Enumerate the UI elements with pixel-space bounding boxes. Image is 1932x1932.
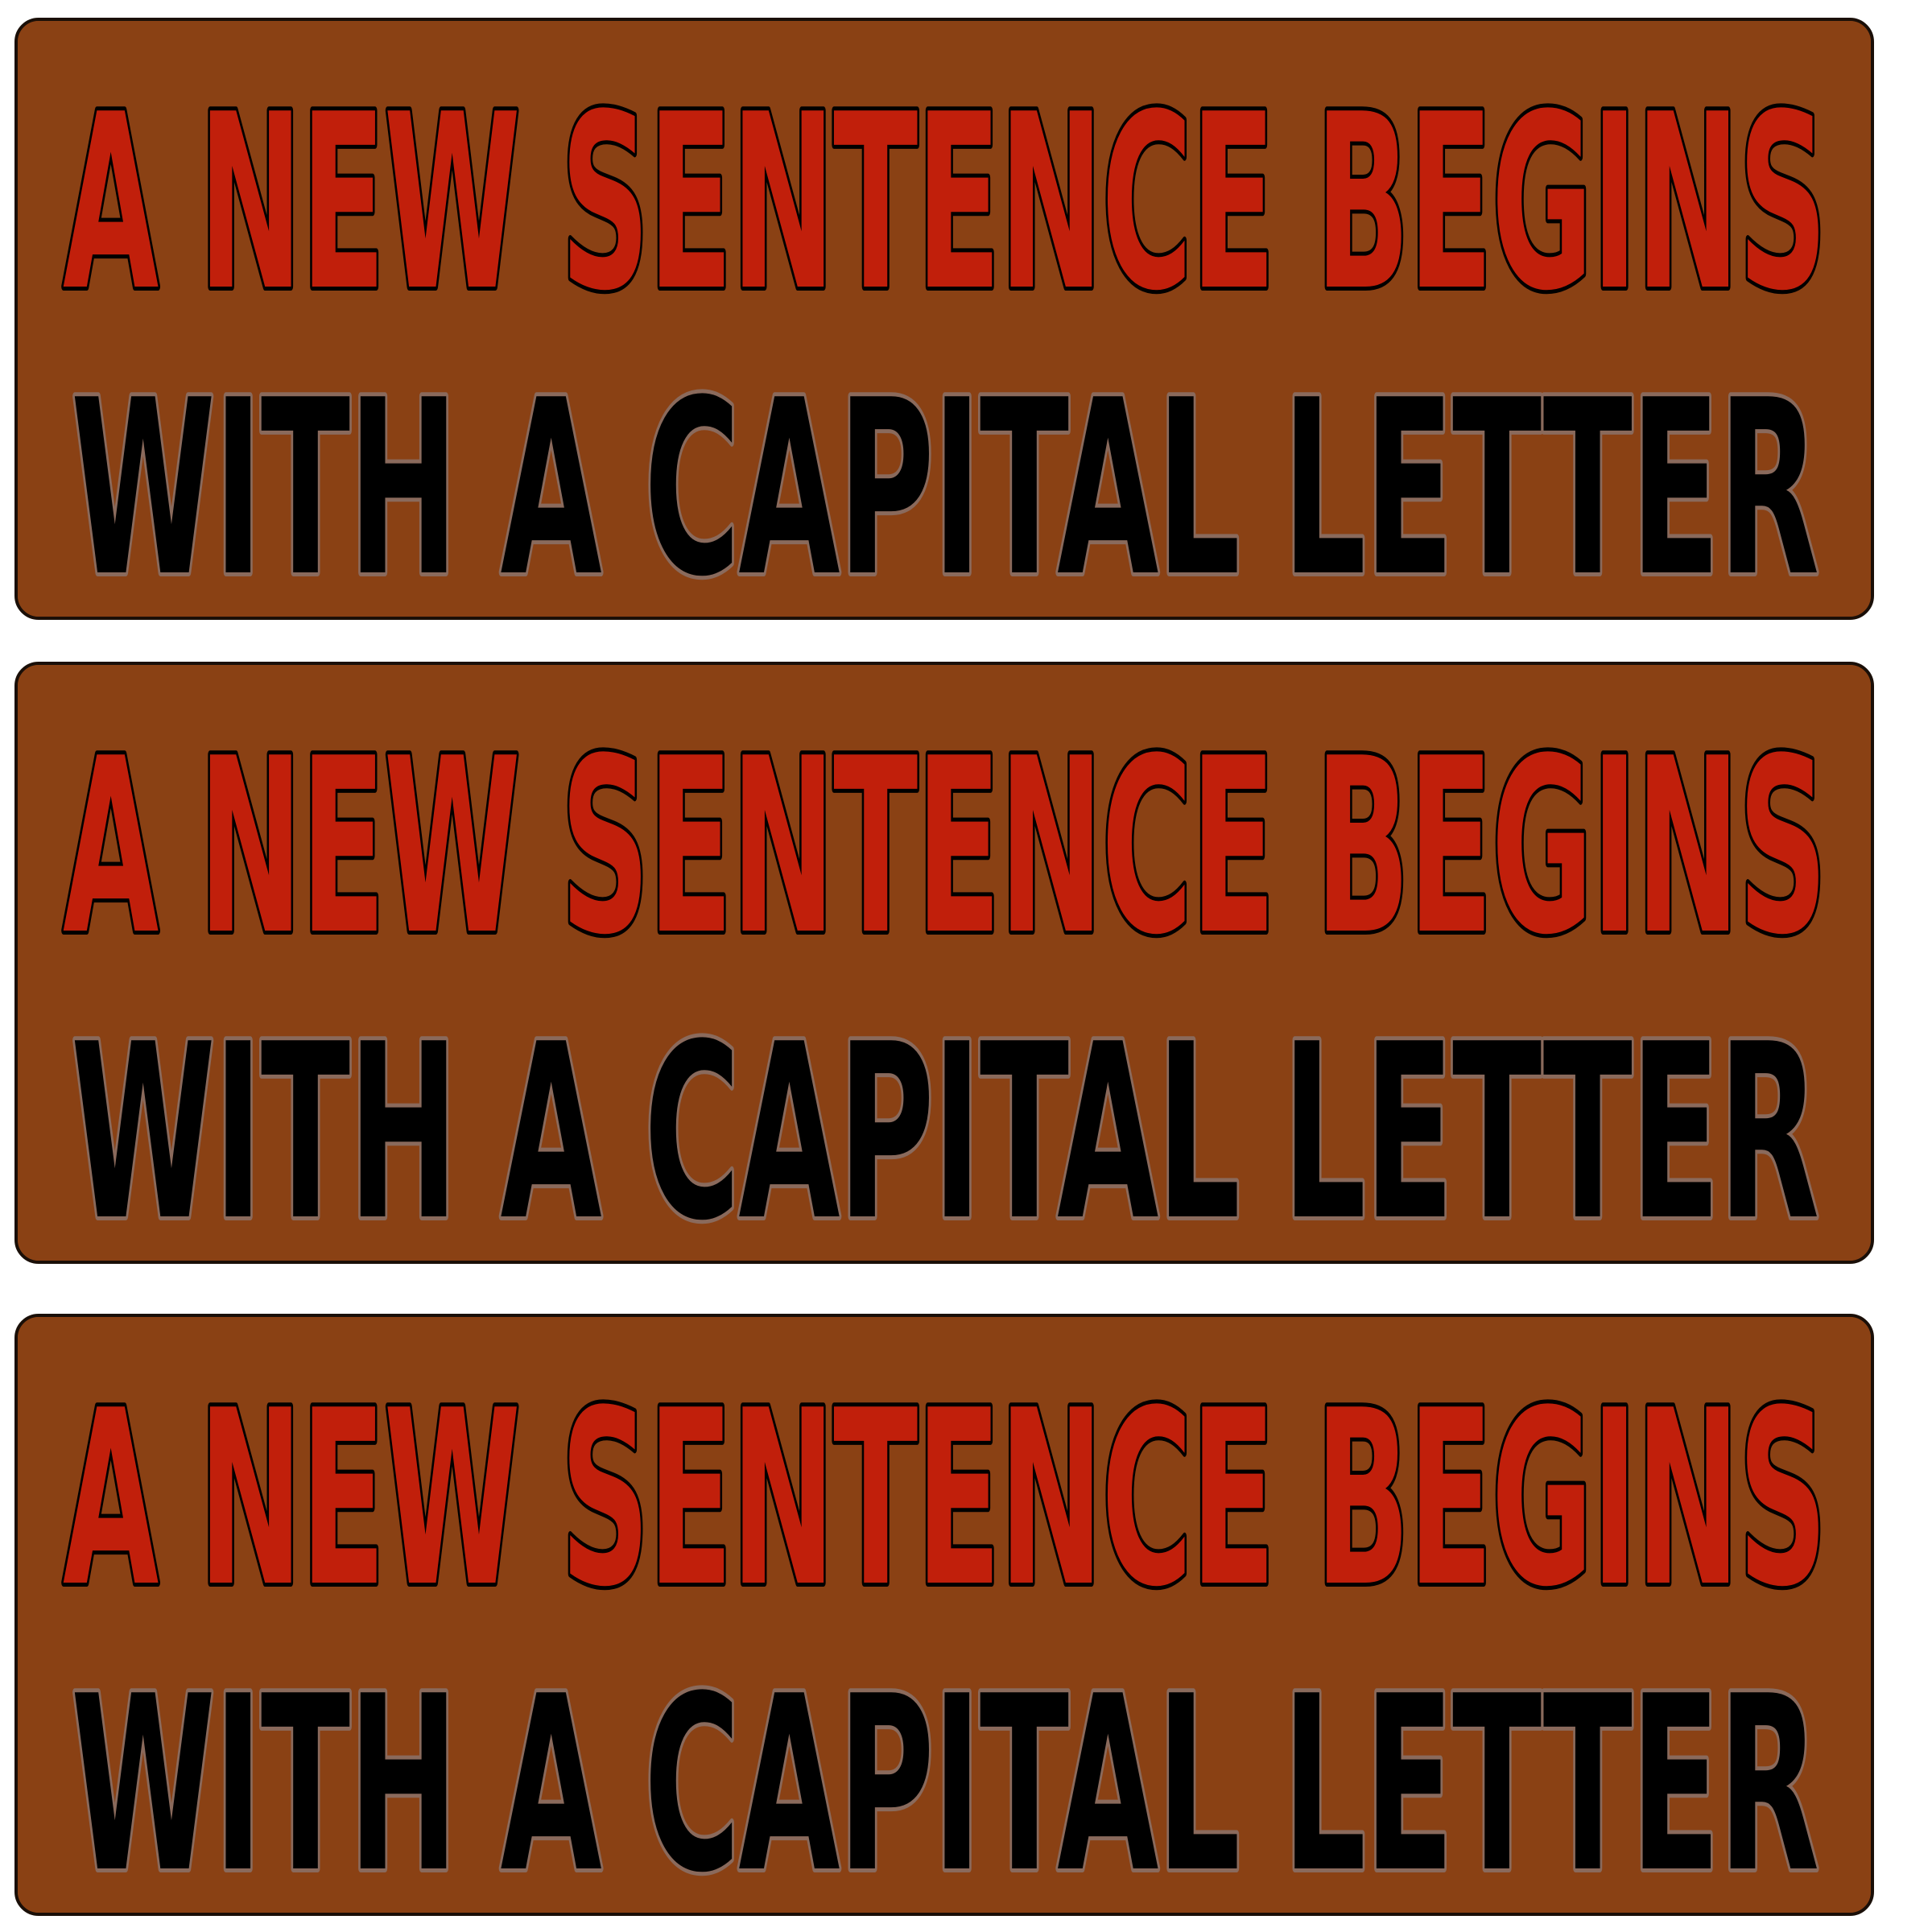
sticker-2-art: A NEW SENTENCE BEGINS WITH A CAPITAL LET… xyxy=(18,665,1871,1261)
sticker-3-line-2: WITH A CAPITAL LETTER xyxy=(71,1645,1818,1913)
sticker-1-line-1: A NEW SENTENCE BEGINS xyxy=(63,63,1826,344)
sticker-1: A NEW SENTENCE BEGINS WITH A CAPITAL LET… xyxy=(14,18,1874,620)
sticker-2-line-2: WITH A CAPITAL LETTER xyxy=(71,993,1818,1261)
sticker-3-line-1: A NEW SENTENCE BEGINS xyxy=(63,1359,1826,1640)
sticker-1-art: A NEW SENTENCE BEGINS WITH A CAPITAL LET… xyxy=(18,21,1871,617)
sticker-2-line-1: A NEW SENTENCE BEGINS xyxy=(63,707,1826,988)
sticker-2: A NEW SENTENCE BEGINS WITH A CAPITAL LET… xyxy=(14,662,1874,1264)
sticker-1-line-2: WITH A CAPITAL LETTER xyxy=(71,349,1818,617)
sticker-3: A NEW SENTENCE BEGINS WITH A CAPITAL LET… xyxy=(14,1314,1874,1916)
sticker-3-art: A NEW SENTENCE BEGINS WITH A CAPITAL LET… xyxy=(18,1317,1871,1913)
